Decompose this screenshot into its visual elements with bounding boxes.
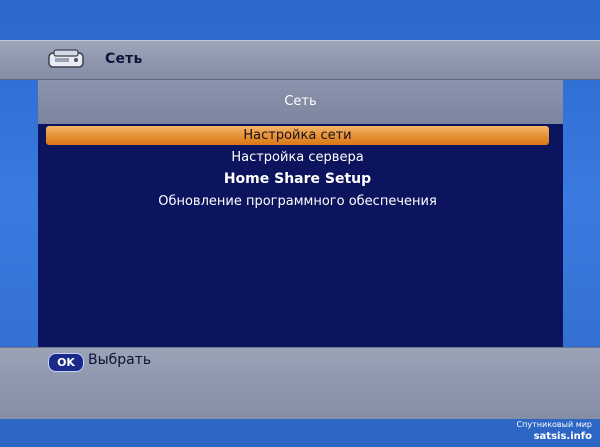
- bottom-strip: [0, 419, 600, 447]
- ok-key-badge[interactable]: OK: [48, 353, 84, 372]
- menu-item-software-update[interactable]: Обновление программного обеспечения: [46, 192, 549, 211]
- panel-title: Сеть: [284, 94, 317, 109]
- menu-item-home-share-setup[interactable]: Home Share Setup: [46, 170, 549, 189]
- panel-header: Сеть: [38, 80, 563, 124]
- network-device-icon: [46, 47, 88, 73]
- page-title: Сеть: [105, 51, 143, 67]
- top-bar: Сеть: [0, 40, 600, 80]
- watermark-line2: satsis.info: [533, 431, 592, 442]
- tv-screen: Сеть Сеть Настройка сети Настройка серве…: [0, 0, 600, 447]
- menu-panel: Настройка сети Настройка сервера Home Sh…: [38, 124, 563, 347]
- footer-bar: OK Выбрать: [0, 347, 600, 420]
- ok-hint-label: Выбрать: [88, 352, 152, 368]
- watermark-line1: Спутниковый мир: [516, 420, 592, 429]
- menu-item-network-setup[interactable]: Настройка сети: [46, 126, 549, 145]
- menu-item-server-setup[interactable]: Настройка сервера: [46, 148, 549, 167]
- watermark: Спутниковый мир satsis.info: [517, 420, 592, 443]
